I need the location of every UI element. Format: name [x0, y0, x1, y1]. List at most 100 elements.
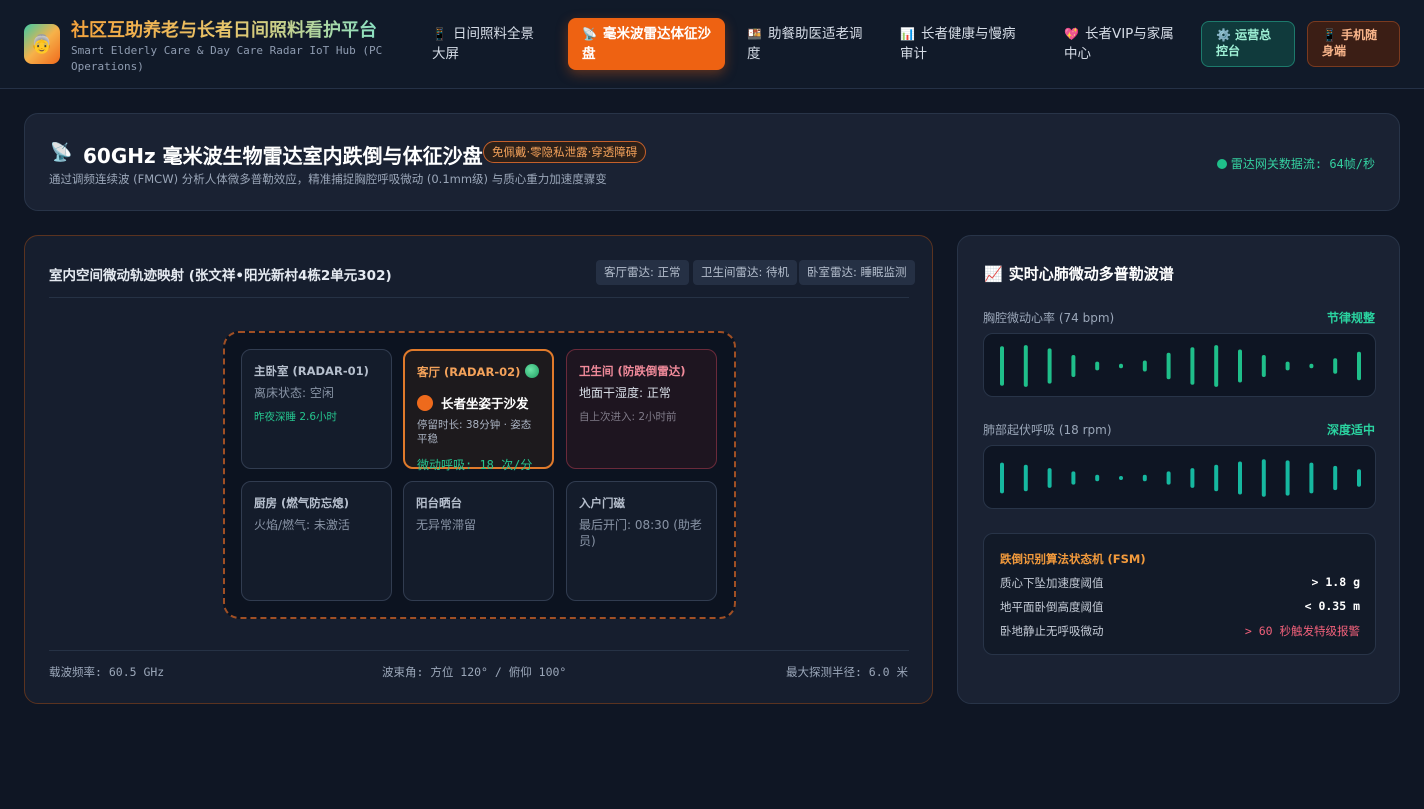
- doppler-spectrum-panel: 📈 实时心肺微动多普勒波谱 胸腔微动心率 (74 bpm) 节律规整 肺部起伏呼吸…: [957, 235, 1400, 704]
- radar-chip-bedroom[interactable]: 卧室雷达: 睡眠监测: [799, 260, 915, 285]
- spectrum-title-text: 实时心肺微动多普勒波谱: [1008, 265, 1174, 283]
- breath-wave-bar: [1023, 464, 1028, 492]
- heart-wave-bar: [1190, 347, 1195, 385]
- breath-wave-bar: [1000, 462, 1004, 494]
- house-floorplan: 主卧室 (RADAR-01) 离床状态: 空闲 昨夜深睡 2.6小时 客厅 (R…: [223, 331, 736, 619]
- breath-wave-bar: [1119, 476, 1123, 480]
- nav-label: 毫米波雷达体征沙盘: [582, 26, 711, 62]
- heart-wave-bar: [1309, 363, 1314, 369]
- breath-waveform: [983, 445, 1376, 509]
- ops-console-button[interactable]: ⚙️ 运营总控台: [1201, 21, 1295, 67]
- nav-label: 长者VIP与家属中心: [1064, 26, 1174, 62]
- breath-wave-bar: [1238, 461, 1242, 495]
- satellite-dish-icon: 📡: [582, 27, 597, 41]
- radar-chip-living[interactable]: 客厅雷达: 正常: [596, 260, 689, 285]
- room-name: 主卧室 (RADAR-01): [254, 364, 369, 378]
- heart-icon: 💖: [1064, 27, 1079, 41]
- room-balcony[interactable]: 阳台晒台 无异常滞留: [403, 481, 554, 601]
- page-banner: 📡 60GHz 毫米波生物雷达室内跌倒与体征沙盘 免佩戴·零隐私泄露·穿透障碍 …: [24, 113, 1400, 211]
- room-state: 无异常滞留: [416, 518, 477, 532]
- bento-icon: 🍱: [747, 27, 762, 41]
- status-dot-icon: [1216, 159, 1227, 169]
- fsm-row: 质心下坠加速度阈值 > 1.8 g: [1000, 575, 1360, 591]
- breath-wave-bar: [1142, 474, 1147, 482]
- breath-wave-bar: [1261, 459, 1266, 497]
- logo: 👵: [24, 24, 60, 64]
- breath-wave-bar: [1333, 465, 1338, 491]
- page-description: 通过调频连续波 (FMCW) 分析人体微多普勒效应，精准捕捉胸腔呼吸微动 (0.…: [49, 172, 607, 186]
- breath-wave-bar: [1166, 471, 1171, 485]
- fall-detection-fsm: 跌倒识别算法状态机 (FSM) 质心下坠加速度阈值 > 1.8 g 地平面卧倒高…: [983, 533, 1376, 655]
- nav-item-meal-medical[interactable]: 🍱 助餐助医适老调度: [733, 18, 881, 70]
- page-title: 60GHz 毫米波生物雷达室内跌倒与体征沙盘: [83, 144, 483, 168]
- nav-item-health-audit[interactable]: 📊 长者健康与慢病审计: [886, 18, 1036, 70]
- fsm-alarm-value: > 60 秒触发特级报警: [1244, 624, 1360, 638]
- heart-wave-bar: [1000, 346, 1004, 386]
- fsm-label: 质心下坠加速度阈值: [1000, 576, 1104, 590]
- heart-waveform-svg: [1000, 345, 1361, 387]
- room-name: 卫生间 (防跌倒雷达): [579, 364, 686, 378]
- heart-wave-bar: [1285, 361, 1290, 371]
- person-marker: 长者坐姿于沙发: [417, 393, 540, 412]
- top-header: 👵 社区互助养老与长者日间照料看护平台 Smart Elderly Care &…: [0, 0, 1424, 89]
- fsm-row: 地平面卧倒高度阈值 < 0.35 m: [1000, 599, 1360, 615]
- person-posture: 长者坐姿于沙发: [441, 396, 529, 411]
- carrier-frequency: 载波频率: 60.5 GHz: [49, 665, 165, 679]
- room-master-bedroom[interactable]: 主卧室 (RADAR-01) 离床状态: 空闲 昨夜深睡 2.6小时: [241, 349, 392, 469]
- breath-wave-bar: [1190, 468, 1195, 488]
- room-state: 火焰/燃气: 未激活: [254, 518, 350, 532]
- heart-waveform: [983, 333, 1376, 397]
- tablet-icon: 📱: [432, 27, 447, 41]
- gateway-stream-status: 雷达网关数据流: 64帧/秒: [1216, 155, 1375, 172]
- fsm-row: 卧地静止无呼吸微动 > 60 秒触发特级报警: [1000, 623, 1360, 639]
- nav-label: 长者健康与慢病审计: [900, 26, 1016, 62]
- fsm-value: < 0.35 m: [1304, 599, 1360, 613]
- nav-item-dashboard[interactable]: 📱 日间照料全景大屏: [418, 18, 554, 70]
- nav-item-radar-sandbox[interactable]: 📡 毫米波雷达体征沙盘: [568, 18, 725, 70]
- breath-waveform-svg: [1000, 459, 1361, 497]
- nav-item-vip-family[interactable]: 💖 长者VIP与家属中心: [1050, 18, 1192, 70]
- room-name: 客厅 (RADAR-02): [417, 365, 521, 379]
- divider: [49, 297, 909, 298]
- room-entry-door[interactable]: 入户门磁 最后开门: 08:30 (助老员): [566, 481, 717, 601]
- heart-wave-bar: [1357, 351, 1361, 381]
- room-state: 最后开门: 08:30 (助老员): [579, 518, 702, 548]
- room-state: 地面干湿度: 正常: [579, 386, 671, 400]
- room-name: 入户门磁: [579, 496, 625, 510]
- nav-label: 助餐助医适老调度: [747, 26, 863, 62]
- breath-wave-bar: [1214, 464, 1219, 492]
- heart-wave-label: 胸腔微动心率 (74 bpm): [983, 311, 1115, 325]
- person-detail: 停留时长: 38分钟 · 姿态平稳: [417, 419, 532, 445]
- app-title: 社区互助养老与长者日间照料看护平台: [71, 16, 377, 42]
- fsm-title: 跌倒识别算法状态机 (FSM): [1000, 552, 1146, 566]
- heart-wave-bar: [1166, 352, 1171, 380]
- room-note: 自上次进入: 2小时前: [579, 411, 677, 423]
- elder-face-icon: 👵: [30, 33, 54, 55]
- heart-wave-bar: [1238, 349, 1242, 383]
- live-indicator-icon: [525, 364, 539, 378]
- breath-wave-status: 深度适中: [1326, 423, 1375, 437]
- heart-wave-bar: [1214, 345, 1219, 387]
- room-living[interactable]: 客厅 (RADAR-02) 长者坐姿于沙发 停留时长: 38分钟 · 姿态平稳 …: [403, 349, 554, 472]
- map-title: 室内空间微动轨迹映射 (张文祥•阳光新村4栋2单元302): [49, 268, 392, 284]
- satellite-dish-icon: 📡: [50, 142, 73, 163]
- room-bathroom[interactable]: 卫生间 (防跌倒雷达) 地面干湿度: 正常 自上次进入: 2小时前: [566, 349, 717, 469]
- person-dot-icon: [417, 394, 433, 411]
- room-note: 昨夜深睡 2.6小时: [254, 411, 338, 423]
- fsm-label: 卧地静止无呼吸微动: [1000, 624, 1104, 638]
- room-name: 厨房 (燃气防忘熄): [254, 496, 350, 510]
- nav-label: 日间照料全景大屏: [432, 26, 534, 62]
- heart-wave-bar: [1119, 363, 1123, 369]
- stream-text: 雷达网关数据流: 64帧/秒: [1230, 157, 1375, 171]
- heart-wave-bar: [1095, 361, 1100, 371]
- breath-wave-bar: [1285, 460, 1290, 496]
- breath-rate: 微动呼吸: 18 次/分: [417, 458, 533, 472]
- heart-wave-bar: [1023, 345, 1028, 387]
- gear-icon: ⚙️: [1216, 28, 1231, 42]
- mobile-app-button[interactable]: 📱 手机随身端: [1307, 21, 1400, 67]
- breath-wave-label: 肺部起伏呼吸 (18 rpm): [983, 423, 1112, 437]
- radar-chip-bathroom[interactable]: 卫生间雷达: 待机: [693, 260, 798, 285]
- phone-icon: 📱: [1322, 28, 1337, 42]
- trend-chart-icon: 📈: [984, 265, 1003, 283]
- room-kitchen[interactable]: 厨房 (燃气防忘熄) 火焰/燃气: 未激活: [241, 481, 392, 601]
